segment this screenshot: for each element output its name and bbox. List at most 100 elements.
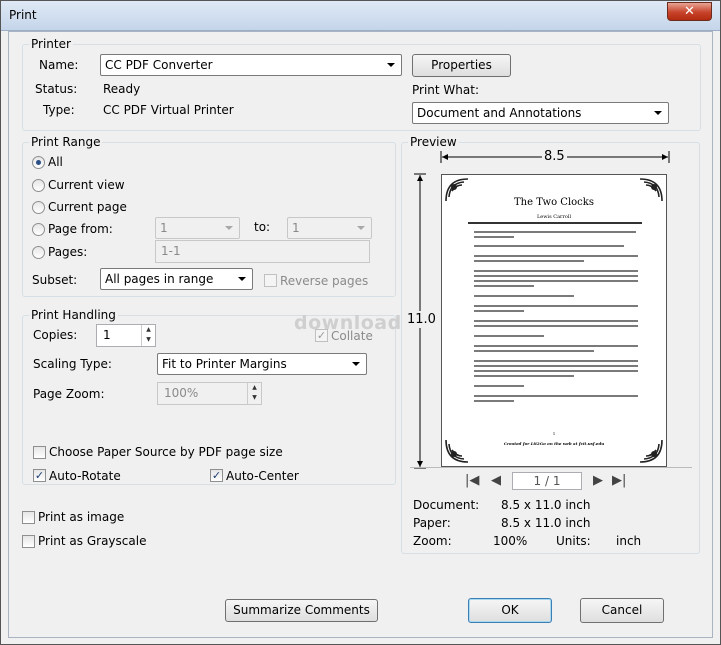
print-what-select[interactable]: Document and Annotations (412, 102, 669, 124)
preview-text-line (474, 325, 638, 327)
type-label: Type: (43, 103, 75, 117)
preview-text-line (474, 236, 514, 238)
print-as-image-checkbox[interactable] (22, 511, 35, 524)
print-as-image-label[interactable]: Print as image (38, 510, 124, 524)
chevron-down-icon (357, 226, 365, 230)
auto-center-checkbox[interactable]: ✓ (210, 469, 223, 482)
preview-text-line (474, 285, 534, 287)
copies-label: Copies: (33, 328, 78, 342)
preview-text-line (474, 310, 524, 312)
chevron-down-icon (225, 226, 233, 230)
arrow-down-icon[interactable]: ▼ (142, 335, 155, 345)
preview-text-line (474, 350, 594, 352)
all-radio[interactable] (32, 156, 45, 169)
current-view-radio[interactable] (32, 179, 45, 192)
next-page-icon[interactable]: ▶ (593, 473, 603, 488)
current-view-label[interactable]: Current view (48, 178, 125, 192)
ok-button[interactable]: OK (468, 598, 552, 623)
chevron-down-icon (238, 277, 246, 281)
printer-group: Printer Name: CC PDF Converter Status: R… (22, 37, 701, 131)
print-what-value: Document and Annotations (417, 106, 582, 120)
subset-select[interactable]: All pages in range (100, 268, 253, 290)
all-label[interactable]: All (48, 155, 63, 169)
scaling-type-select[interactable]: Fit to Printer Margins (157, 353, 367, 375)
page-zoom-stepper[interactable]: 100% ▲ ▼ (157, 382, 262, 405)
arrow-down-icon[interactable]: ▼ (248, 393, 261, 403)
close-button[interactable]: ✕ (667, 2, 712, 21)
arrow-up-icon[interactable]: ▲ (248, 383, 261, 393)
first-page-icon[interactable]: |◀ (465, 473, 479, 488)
preview-text-line (474, 385, 524, 387)
chevron-down-icon (387, 63, 395, 67)
preview-text-line (474, 375, 574, 377)
page-from-radio[interactable] (32, 223, 45, 236)
print-as-grayscale-label[interactable]: Print as Grayscale (38, 534, 146, 548)
units-label: Units: (556, 534, 591, 548)
page-indicator-input[interactable]: 1 / 1 (512, 472, 582, 490)
copies-value: 1 (103, 328, 111, 342)
subset-label: Subset: (32, 273, 78, 287)
pages-input[interactable]: 1-1 (155, 240, 370, 263)
preview-text-line (474, 320, 638, 322)
paper-size-value: 8.5 x 11.0 inch (501, 516, 591, 530)
printer-name-select[interactable]: CC PDF Converter (100, 54, 402, 76)
paper-source-label[interactable]: Choose Paper Source by PDF page size (49, 445, 283, 459)
name-label: Name: (39, 58, 79, 72)
cancel-button[interactable]: Cancel (580, 598, 664, 623)
zoom-label: Zoom: (413, 534, 452, 548)
type-value: CC PDF Virtual Printer (103, 103, 234, 117)
page-from-label[interactable]: Page from: (48, 222, 113, 236)
paper-source-checkbox[interactable] (33, 446, 46, 459)
preview-text-line (474, 365, 638, 367)
preview-text-line (474, 335, 544, 337)
document-size-value: 8.5 x 11.0 inch (501, 498, 591, 512)
printer-name-value: CC PDF Converter (105, 58, 213, 72)
page-zoom-value: 100% (164, 386, 199, 400)
auto-center-label[interactable]: Auto-Center (226, 469, 299, 483)
pages-label[interactable]: Pages: (48, 245, 87, 259)
current-page-radio[interactable] (32, 201, 45, 214)
preview-text-line (474, 270, 638, 272)
previous-page-icon[interactable]: ◀ (491, 473, 501, 488)
printer-legend: Printer (29, 37, 73, 51)
print-what-label: Print What: (412, 83, 479, 97)
reverse-pages-checkbox[interactable] (264, 274, 277, 287)
copies-stepper[interactable]: 1 ▲ ▼ (96, 324, 156, 347)
page-from-select[interactable]: 1 (155, 217, 240, 239)
preview-text-line (474, 280, 638, 282)
current-page-label[interactable]: Current page (48, 200, 127, 214)
auto-rotate-checkbox[interactable]: ✓ (33, 469, 46, 482)
page-to-select[interactable]: 1 (287, 217, 372, 239)
preview-text-line (474, 370, 638, 372)
window-title: Print (9, 8, 37, 22)
width-label: 8.5 (542, 149, 567, 164)
print-as-grayscale-checkbox[interactable] (22, 535, 35, 548)
zoom-spin-buttons[interactable]: ▲ ▼ (247, 383, 261, 404)
dialog-body: Printer Name: CC PDF Converter Status: R… (8, 31, 713, 638)
properties-button-label: Properties (431, 58, 492, 72)
arrow-up-icon[interactable]: ▲ (142, 325, 155, 335)
chevron-down-icon (654, 111, 662, 115)
preview-scrollbar[interactable] (410, 467, 692, 470)
preview-text-line (474, 255, 638, 257)
preview-text-line (474, 260, 584, 262)
copies-spin-buttons[interactable]: ▲ ▼ (141, 325, 155, 346)
status-label: Status: (35, 82, 78, 96)
print-handling-legend: Print Handling (29, 308, 118, 322)
preview-text-line (474, 275, 638, 277)
auto-rotate-label[interactable]: Auto-Rotate (49, 469, 121, 483)
print-range-legend: Print Range (29, 135, 103, 149)
preview-text-line (474, 345, 638, 347)
properties-button[interactable]: Properties (412, 54, 511, 77)
preview-page-thumbnail: The Two Clocks Lewis Carroll 1 Created f… (441, 174, 667, 467)
status-value: Ready (103, 82, 141, 96)
preview-doc-page-number: 1 (552, 431, 556, 436)
last-page-icon[interactable]: ▶| (612, 473, 626, 488)
preview-group: Preview 8.5 11.0 The Two Clocks Lewis Ca… (401, 135, 700, 554)
height-label: 11.0 (407, 311, 436, 328)
ok-label: OK (501, 603, 519, 617)
pages-radio[interactable] (32, 246, 45, 259)
reverse-pages-label: Reverse pages (280, 274, 369, 288)
summarize-comments-button[interactable]: Summarize Comments (225, 599, 378, 622)
preview-legend: Preview (408, 135, 459, 149)
